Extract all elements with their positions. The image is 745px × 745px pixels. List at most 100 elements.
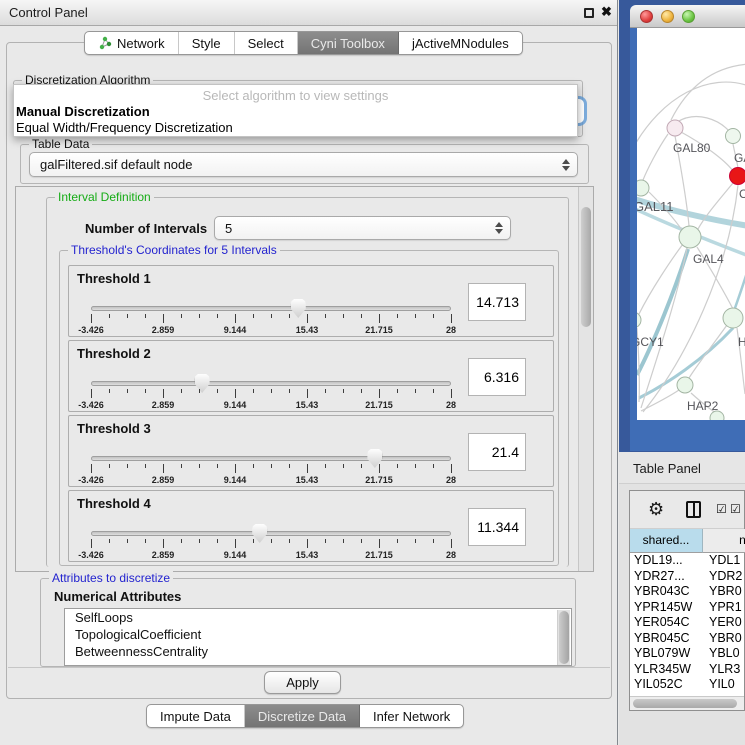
table-panel-title: Table Panel xyxy=(633,461,701,476)
node[interactable] xyxy=(723,308,743,328)
gear-icon[interactable]: ⚙ xyxy=(648,499,664,520)
slider-track[interactable] xyxy=(91,381,451,386)
table-data-group: Table Data galFiltered.sif default node xyxy=(20,144,589,184)
threshold-4-value-field[interactable]: 11.344 xyxy=(468,508,526,546)
threshold-2-label: Threshold 2 xyxy=(77,346,151,361)
list-item-betweennesscentrality[interactable]: BetweennessCentrality xyxy=(65,643,571,660)
threshold-1-panel: Threshold 1 -3.4262.8599.14415.4321.7152… xyxy=(68,265,554,337)
algorithm-popup-hint: Select algorithm to view settings xyxy=(14,88,577,103)
node[interactable] xyxy=(726,129,741,144)
vertical-scrollbar-thumb[interactable] xyxy=(581,207,591,327)
table-panel-body: ⚙ ☑ ☑ shared... n YDL19...YDL1 YDR27...Y… xyxy=(629,490,745,711)
tab-impute-data[interactable]: Impute Data xyxy=(147,705,245,727)
checkbox-icon[interactable]: ☑ xyxy=(716,502,727,516)
threshold-1-value-field[interactable]: 14.713 xyxy=(468,283,526,321)
threshold-2-value-field[interactable]: 6.316 xyxy=(468,358,526,396)
attributes-scrollbar-thumb[interactable] xyxy=(559,611,569,664)
slider-tick-labels: -3.4262.8599.14415.4321.71528 xyxy=(91,400,451,410)
node-hap2[interactable] xyxy=(677,377,693,393)
split-columns-icon[interactable] xyxy=(686,501,701,518)
table-rows: YDL19...YDL1 YDR27...YDR2 YBR043CYBR0 YP… xyxy=(630,553,745,693)
node-gal80[interactable] xyxy=(667,120,683,136)
combobox-stepper-icon xyxy=(494,221,503,235)
horizontal-scrollbar-thumb[interactable] xyxy=(633,699,737,708)
threshold-3-value-field[interactable]: 21.4 xyxy=(468,433,526,471)
table-row[interactable]: YPR145WYPR1 xyxy=(630,600,745,616)
threshold-3-slider[interactable]: -3.4262.8599.14415.4321.71528 xyxy=(91,452,451,486)
attributes-scrollbar[interactable] xyxy=(557,610,570,666)
close-icon[interactable]: ✖ xyxy=(601,4,612,20)
network-view-window[interactable]: GAL80 GA C GAL11 GAL4 GCY1 H HAP2 xyxy=(630,5,745,451)
slider-tick-labels: -3.4262.8599.14415.4321.71528 xyxy=(91,325,451,335)
algorithm-dropdown-popup: Select algorithm to view settings Manual… xyxy=(13,84,578,137)
table-header-row: shared... n xyxy=(630,529,745,553)
table-row[interactable]: YBL079WYBL0 xyxy=(630,646,745,662)
tab-jactivemnodules[interactable]: jActiveMNodules xyxy=(399,32,522,54)
node-label-clipped: C xyxy=(739,187,745,201)
close-traffic-light-icon[interactable] xyxy=(640,10,653,23)
tab-cyni-toolbox[interactable]: Cyni Toolbox xyxy=(298,32,399,54)
popup-item-manual-discretization[interactable]: Manual Discretization xyxy=(16,104,150,119)
tab-network-label: Network xyxy=(117,36,165,51)
slider-ticks xyxy=(91,314,451,324)
number-of-intervals-value: 5 xyxy=(225,221,232,236)
numerical-attributes-list[interactable]: SelfLoops TopologicalCoefficient Between… xyxy=(64,608,572,666)
column-header-shared-name[interactable]: shared... xyxy=(630,529,703,553)
tab-style[interactable]: Style xyxy=(179,32,235,54)
network-window-titlebar[interactable] xyxy=(630,5,745,28)
slider-track[interactable] xyxy=(91,456,451,461)
bottom-tab-bar: Impute Data Discretize Data Infer Networ… xyxy=(146,704,464,728)
table-row[interactable]: YLR345WYLR3 xyxy=(630,662,745,678)
table-row[interactable]: YDR27...YDR2 xyxy=(630,569,745,585)
threshold-3-label: Threshold 3 xyxy=(77,421,151,436)
node-gal4[interactable] xyxy=(679,226,701,248)
column-header-name[interactable]: n xyxy=(703,529,745,553)
minimize-traffic-light-icon[interactable] xyxy=(661,10,674,23)
checkbox-icon[interactable]: ☑ xyxy=(730,502,741,516)
node-gal11[interactable] xyxy=(637,180,649,196)
threshold-4-slider[interactable]: -3.4262.8599.14415.4321.71528 xyxy=(91,527,451,561)
tab-network[interactable]: Network xyxy=(85,32,179,54)
threshold-1-slider[interactable]: -3.4262.8599.14415.4321.71528 xyxy=(91,302,451,336)
vertical-scrollbar[interactable] xyxy=(578,187,593,571)
table-row[interactable]: YBR043CYBR0 xyxy=(630,584,745,600)
table-toolbar: ⚙ ☑ ☑ xyxy=(630,491,744,529)
tab-infer-network[interactable]: Infer Network xyxy=(360,705,463,727)
edge xyxy=(734,266,745,311)
table-row[interactable]: YDL19...YDL1 xyxy=(630,553,745,569)
slider-tick-labels: -3.4262.8599.14415.4321.71528 xyxy=(91,475,451,485)
float-window-icon[interactable] xyxy=(584,8,594,18)
window-title: Control Panel xyxy=(9,5,88,20)
interval-definition-group: Interval Definition Number of Intervals … xyxy=(46,197,569,567)
table-data-value: galFiltered.sif default node xyxy=(40,157,192,172)
horizontal-scrollbar[interactable] xyxy=(630,696,744,710)
list-item-selfloops[interactable]: SelfLoops xyxy=(65,609,571,626)
settings-scrollpane: Interval Definition Number of Intervals … xyxy=(15,186,594,572)
table-row[interactable]: YER054CYER0 xyxy=(630,615,745,631)
threshold-2-panel: Threshold 2 -3.4262.8599.14415.4321.7152… xyxy=(68,340,554,412)
divider xyxy=(8,667,610,668)
slider-track[interactable] xyxy=(91,531,451,536)
slider-track[interactable] xyxy=(91,306,451,311)
tab-select[interactable]: Select xyxy=(235,32,298,54)
number-of-intervals-combobox[interactable]: 5 xyxy=(214,216,511,240)
node-label-gal4: GAL4 xyxy=(693,252,724,266)
node-label-gal80: GAL80 xyxy=(673,141,711,155)
zoom-traffic-light-icon[interactable] xyxy=(682,10,695,23)
node-selected-red[interactable] xyxy=(730,168,745,185)
table-row[interactable]: YBR045CYBR0 xyxy=(630,631,745,647)
network-canvas[interactable]: GAL80 GA C GAL11 GAL4 GCY1 H HAP2 xyxy=(637,28,745,420)
threshold-2-slider[interactable]: -3.4262.8599.14415.4321.71528 xyxy=(91,377,451,411)
table-row[interactable]: YIL052CYIL0 xyxy=(630,677,745,693)
list-item-topologicalcoefficient[interactable]: TopologicalCoefficient xyxy=(65,626,571,643)
tab-discretize-data[interactable]: Discretize Data xyxy=(245,705,360,727)
node-label-gal11: GAL11 xyxy=(637,199,674,214)
table-data-combobox[interactable]: galFiltered.sif default node xyxy=(29,152,578,177)
popup-item-equal-width-frequency[interactable]: Equal Width/Frequency Discretization xyxy=(16,120,233,135)
node-gcy1[interactable] xyxy=(637,312,641,328)
apply-button[interactable]: Apply xyxy=(264,671,341,694)
interval-definition-title: Interval Definition xyxy=(55,190,154,204)
right-region: GAL80 GA C GAL11 GAL4 GCY1 H HAP2 Table … xyxy=(619,0,745,745)
thresholds-group: Threshold's Coordinates for 5 Intervals … xyxy=(59,250,559,566)
slider-ticks xyxy=(91,389,451,399)
